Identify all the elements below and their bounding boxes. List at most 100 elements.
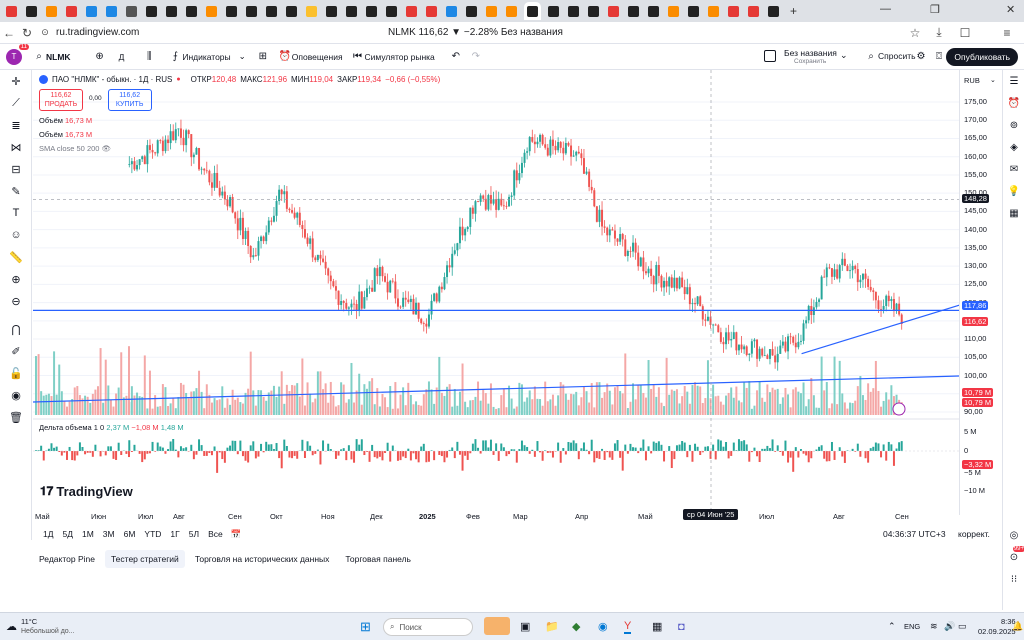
chevron-down-icon[interactable]: ⌄	[990, 76, 996, 84]
taskbar-clock[interactable]: 8:36 02.09.2025	[978, 617, 1016, 637]
battery-icon[interactable]: ▭	[958, 621, 967, 632]
browser-tab[interactable]	[44, 4, 59, 18]
back-icon[interactable]: ←	[0, 26, 18, 40]
menu-icon[interactable]: ≡	[998, 26, 1016, 40]
browser-tab[interactable]	[606, 4, 621, 18]
ruler-icon[interactable]: 📏	[0, 246, 32, 268]
browser-tab[interactable]	[144, 4, 159, 18]
buy-button[interactable]: 116,62 КУПИТЬ	[107, 89, 152, 111]
camera-icon[interactable]: ⌼	[932, 49, 946, 63]
layout-save[interactable]: Сохранить	[794, 58, 826, 65]
browser-tab[interactable]	[746, 4, 761, 18]
alerts-button[interactable]: ⏰ Оповещения	[278, 50, 343, 64]
chart-type-button[interactable]: ⫼	[142, 50, 156, 64]
browser-tab[interactable]	[284, 4, 299, 18]
browser-tab[interactable]	[464, 4, 479, 18]
ask-button[interactable]: ⌕ Спросить	[864, 49, 915, 63]
site-info-icon[interactable]: ⊙	[36, 27, 54, 38]
browser-tab[interactable]	[304, 4, 319, 18]
range-button[interactable]: 3М	[103, 529, 115, 539]
lock-drawing-icon[interactable]: ✐	[0, 340, 32, 362]
symbol-search[interactable]: ⌕ NLMK	[32, 50, 70, 64]
templates-button[interactable]: ⊞	[256, 50, 270, 64]
download-icon[interactable]: ⤓	[930, 25, 948, 40]
task-view-icon[interactable]: ▣	[520, 620, 530, 633]
weather-widget[interactable]: 11°C Небольшой до...	[21, 617, 75, 637]
volume-icon[interactable]: 🔊	[944, 621, 955, 632]
browser-tab[interactable]	[524, 2, 541, 20]
restore-icon[interactable]: ❐	[930, 3, 940, 16]
range-button[interactable]: 1Г	[170, 529, 179, 539]
browser-tab[interactable]	[626, 4, 641, 18]
eye-icon[interactable]: 👁	[102, 144, 112, 153]
layout-name[interactable]: Без названия	[784, 48, 837, 58]
range-button[interactable]: 1Д	[43, 529, 53, 539]
browser-tab[interactable]	[64, 4, 79, 18]
browser-tab[interactable]	[586, 4, 601, 18]
avatar[interactable]: T 11	[6, 43, 29, 65]
layers-icon[interactable]: ◈	[1003, 136, 1024, 158]
browser-tab[interactable]	[766, 4, 781, 18]
browser-tab[interactable]	[4, 4, 19, 18]
close-icon[interactable]: ✕	[1006, 3, 1015, 16]
trash-icon[interactable]: 🗑	[0, 406, 32, 428]
bookmark-icon[interactable]: ☆	[906, 26, 924, 40]
browser-tab[interactable]	[686, 4, 701, 18]
data-window-icon[interactable]: ⊚	[1003, 114, 1024, 136]
help-icon[interactable]: ◎	[1003, 524, 1024, 546]
redo-button[interactable]: ↷	[469, 50, 483, 64]
lock-icon[interactable]: 🔓	[0, 362, 32, 384]
panel-tab[interactable]: Торговая панель	[339, 550, 417, 568]
reload-icon[interactable]: ↻	[18, 26, 36, 40]
browser-tab[interactable]	[204, 4, 219, 18]
zoom-in-icon[interactable]: ⊕	[0, 268, 32, 290]
browser-tab[interactable]	[444, 4, 459, 18]
panel-tab[interactable]: Редактор Pine	[33, 550, 101, 568]
clock[interactable]: 04:36:37 UTC+3	[883, 529, 946, 539]
brush-tool-icon[interactable]: ✎	[0, 180, 32, 202]
wifi-icon[interactable]: ≋	[930, 621, 938, 632]
currency-label[interactable]: RUB	[964, 76, 980, 85]
extensions-icon[interactable]: ☐	[956, 26, 974, 40]
crosshair-icon[interactable]: ✛	[0, 70, 32, 92]
emoji-icon[interactable]: ☺	[0, 224, 32, 246]
symbol-name[interactable]: ПАО "НЛМК" - обыкн. · 1Д · RUS	[52, 75, 172, 84]
pattern-tool-icon[interactable]: ⋈	[0, 136, 32, 158]
browser-tab[interactable]	[124, 4, 139, 18]
browser-tab[interactable]	[84, 4, 99, 18]
price-chart[interactable]	[32, 70, 980, 510]
minimize-icon[interactable]: —	[880, 3, 891, 15]
browser-tab[interactable]	[264, 4, 279, 18]
browser-tab[interactable]	[244, 4, 259, 18]
calculator-icon[interactable]: ▦	[652, 620, 662, 633]
range-button[interactable]: 5Л	[189, 529, 199, 539]
browser-tab[interactable]	[24, 4, 39, 18]
fib-tool-icon[interactable]: ≣	[0, 114, 32, 136]
magnet-icon[interactable]: ⋂	[0, 318, 32, 340]
app-icon[interactable]: ◆	[572, 620, 580, 633]
edge-icon[interactable]: ◉	[598, 620, 608, 633]
adjust-toggle[interactable]: коррект.	[958, 529, 990, 539]
range-button[interactable]: 6М	[124, 529, 136, 539]
browser-tab[interactable]	[384, 4, 399, 18]
layout-checkbox[interactable]	[764, 50, 776, 62]
alarm-icon[interactable]: ⏰	[1003, 92, 1024, 114]
forecast-tool-icon[interactable]: ⊟	[0, 158, 32, 180]
notifications-icon[interactable]: ⊙ 99+	[1003, 546, 1024, 568]
url-text[interactable]: ru.tradingview.com	[56, 27, 139, 38]
time-axis[interactable]: Май Июн Июл Авг Сен Окт Ноя Дек 2025 Фев Мар Апр Май…	[33, 509, 959, 524]
browser-tab[interactable]	[504, 4, 519, 18]
browser-tab[interactable]	[706, 4, 721, 18]
undo-button[interactable]: ↶	[449, 50, 463, 64]
browser-tab[interactable]	[104, 4, 119, 18]
windows-start-icon[interactable]: ⊞	[360, 619, 371, 635]
browser-tab[interactable]	[566, 4, 581, 18]
panel-tab[interactable]: Торговля на исторических данных	[189, 550, 336, 568]
apps-icon[interactable]: ⁝⁝	[1003, 568, 1024, 590]
sma-legend[interactable]: SMA close 50 200 👁	[39, 144, 111, 153]
chat-icon[interactable]: ✉	[1003, 158, 1024, 180]
delta-legend[interactable]: Дельта объема 1 0 2,37 M −1,08 M 1,48 M	[39, 423, 184, 432]
browser-tab[interactable]	[364, 4, 379, 18]
sell-button[interactable]: 116,62 ПРОДАТЬ	[39, 89, 83, 111]
browser-tab[interactable]	[424, 4, 439, 18]
